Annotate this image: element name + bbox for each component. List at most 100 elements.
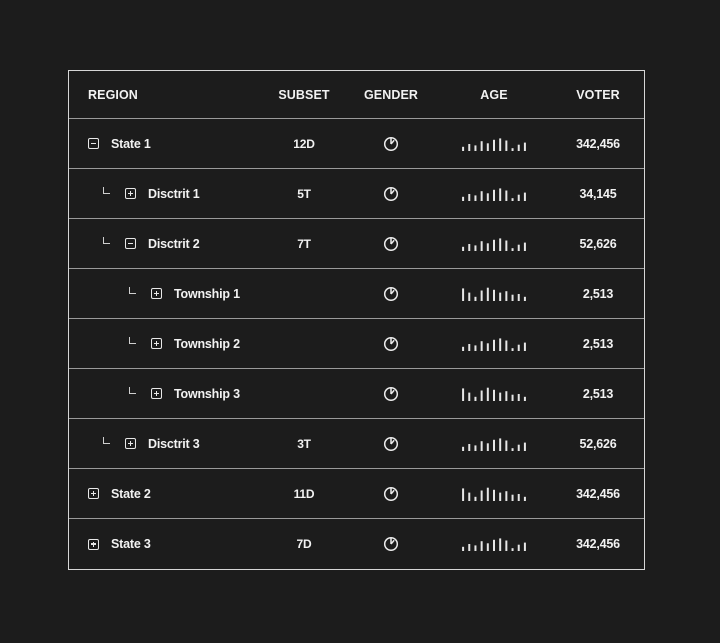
region-cell: Township 2 (88, 319, 240, 368)
age-bar (462, 196, 465, 201)
age-bar (462, 246, 465, 251)
age-cell (453, 519, 535, 569)
expand-toggle-icon[interactable] (151, 338, 162, 349)
age-bar (523, 396, 526, 401)
age-bar (523, 142, 526, 151)
age-bar (480, 490, 483, 501)
tree-elbow-icon (103, 187, 110, 194)
age-bar (474, 444, 477, 451)
age-bar (517, 393, 520, 401)
expand-toggle-icon[interactable] (125, 188, 136, 199)
age-distribution-sparkline (462, 237, 526, 251)
tree-elbow-icon (129, 337, 136, 344)
pie-chart-icon[interactable] (383, 186, 399, 202)
gender-cell (351, 269, 431, 318)
voter-count: 2,513 (582, 386, 614, 401)
expand-toggle-icon[interactable] (88, 488, 99, 499)
region-label[interactable]: Disctrit 3 (148, 437, 200, 451)
age-bar (462, 346, 465, 351)
expand-toggle-icon[interactable] (151, 388, 162, 399)
age-bar (486, 192, 489, 201)
age-bar (499, 492, 502, 501)
age-bar (493, 539, 495, 551)
age-bar (493, 289, 495, 301)
pie-chart-icon[interactable] (383, 536, 399, 552)
region-label[interactable]: State 1 (111, 137, 151, 151)
table-body: State 1 12D 342,456 Disctrit 1 5T 34,145 Disct… (69, 119, 644, 569)
column-header-subset[interactable]: SUBSET (264, 71, 344, 118)
expand-toggle-icon[interactable] (125, 438, 136, 449)
age-distribution-sparkline (462, 487, 526, 501)
age-bar (486, 487, 489, 501)
table-row[interactable]: Disctrit 1 5T 34,145 (69, 169, 644, 219)
region-cell: Township 3 (88, 369, 240, 418)
age-bar (511, 247, 514, 251)
age-bar (486, 287, 489, 301)
table-row[interactable]: State 3 7D 342,456 (69, 519, 644, 569)
pie-chart-icon[interactable] (383, 136, 399, 152)
age-bar (511, 494, 514, 501)
age-bar (468, 143, 471, 151)
age-bar (468, 443, 471, 451)
age-distribution-sparkline (462, 287, 526, 301)
column-header-voter[interactable]: VOTER (557, 71, 639, 118)
table-row[interactable]: State 2 11D 342,456 (69, 469, 644, 519)
region-label[interactable]: State 3 (111, 537, 151, 551)
age-bar (511, 394, 514, 401)
age-bar (511, 347, 514, 351)
age-cell (453, 369, 535, 418)
age-bar (486, 442, 489, 451)
table-row[interactable]: Disctrit 2 7T 52,626 (69, 219, 644, 269)
region-label[interactable]: Disctrit 1 (148, 187, 200, 201)
region-label[interactable]: Township 1 (174, 287, 240, 301)
pie-chart-icon[interactable] (383, 386, 399, 402)
age-bar (462, 146, 465, 151)
pie-chart-icon[interactable] (383, 286, 399, 302)
region-cell: State 3 (88, 519, 151, 569)
column-header-age[interactable]: AGE (453, 71, 535, 118)
age-bar (468, 392, 471, 401)
region-label[interactable]: Township 3 (174, 387, 240, 401)
age-bar (462, 387, 465, 401)
age-bar (505, 490, 508, 501)
pie-chart-icon[interactable] (383, 486, 399, 502)
region-label[interactable]: State 2 (111, 487, 151, 501)
region-label[interactable]: Township 2 (174, 337, 240, 351)
age-bar (468, 544, 471, 551)
pie-chart-icon[interactable] (383, 336, 399, 352)
subset-cell: 7T (297, 236, 311, 251)
age-bar (468, 292, 471, 301)
age-bar (523, 296, 526, 301)
age-bar (493, 339, 495, 351)
age-distribution-sparkline (462, 387, 526, 401)
column-header-region[interactable]: REGION (88, 71, 138, 118)
table-row[interactable]: Township 2 2,513 (69, 319, 644, 369)
age-bar (505, 390, 508, 401)
table-row[interactable]: Township 3 2,513 (69, 369, 644, 419)
age-bar (523, 542, 526, 551)
expand-toggle-icon[interactable] (151, 288, 162, 299)
age-bar (511, 447, 514, 451)
age-cell (453, 419, 535, 468)
age-distribution-sparkline (462, 137, 526, 151)
collapse-toggle-icon[interactable] (88, 138, 99, 149)
pie-chart-icon[interactable] (383, 436, 399, 452)
age-bar (480, 190, 483, 201)
age-bar (517, 493, 520, 501)
voter-count: 2,513 (582, 286, 614, 301)
age-bar (462, 446, 465, 451)
collapse-toggle-icon[interactable] (125, 238, 136, 249)
table-row[interactable]: Disctrit 3 3T 52,626 (69, 419, 644, 469)
table-row[interactable]: State 1 12D 342,456 (69, 119, 644, 169)
gender-cell (351, 319, 431, 368)
table-row[interactable]: Township 1 2,513 (69, 269, 644, 319)
expand-toggle-icon[interactable] (88, 538, 99, 550)
age-bar (505, 340, 508, 351)
age-bar (468, 193, 471, 201)
age-bar (505, 540, 508, 551)
column-header-gender[interactable]: GENDER (351, 71, 431, 118)
subset-cell: 3T (297, 436, 311, 451)
pie-chart-icon[interactable] (383, 236, 399, 252)
gender-cell (351, 519, 431, 569)
region-label[interactable]: Disctrit 2 (148, 237, 200, 251)
